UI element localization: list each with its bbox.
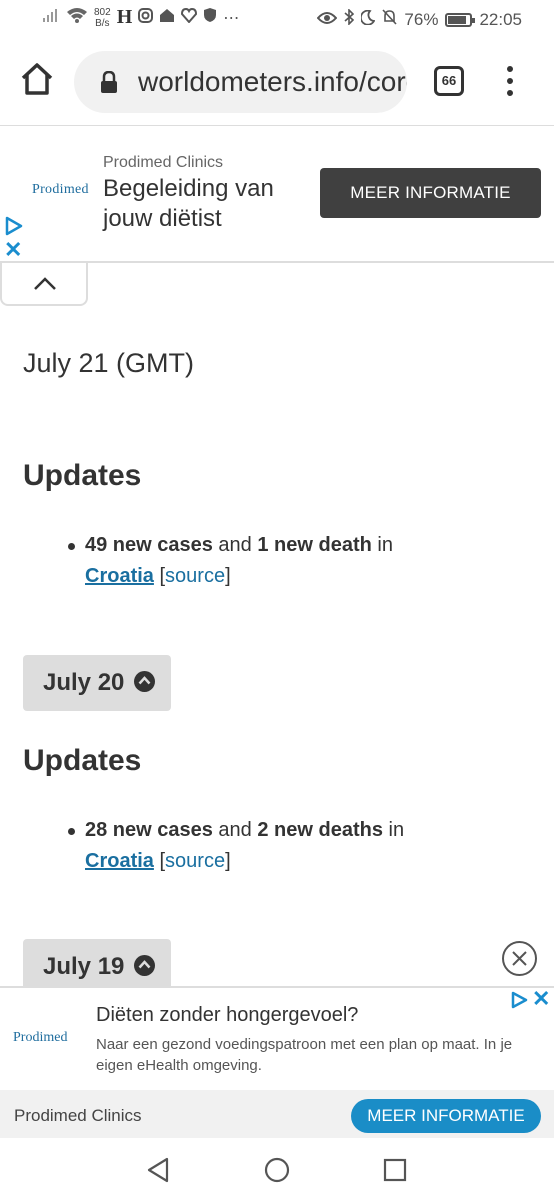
signal-icon <box>42 7 60 28</box>
home-circle-icon[interactable] <box>264 1157 290 1183</box>
close-icon[interactable]: ✕ <box>4 239 24 261</box>
h-app-icon: H <box>116 6 133 28</box>
ad-advertiser: Prodimed Clinics <box>103 154 224 171</box>
close-icon[interactable]: ✕ <box>532 988 552 1010</box>
date-heading: July 21 (GMT) <box>23 348 195 378</box>
new-cases: 28 new cases <box>85 819 213 841</box>
close-icon <box>512 951 527 966</box>
ad-description: Naar een gezond voedingspatroon met een … <box>96 1036 513 1074</box>
house-app-icon <box>159 8 175 28</box>
home-icon <box>21 63 53 95</box>
new-deaths: 1 new death <box>257 534 372 556</box>
country-link[interactable]: Croatia <box>85 565 154 587</box>
chevron-up-icon <box>134 955 156 977</box>
status-left: 802 B/s H ⋯ <box>42 6 239 29</box>
ad-headline: Begeleiding van jouw diëtist <box>103 175 274 232</box>
conjunction: and <box>212 819 258 841</box>
browser-toolbar: worldometers.info/coronavirus/country/cr… <box>0 38 554 126</box>
muted-bell-icon <box>382 9 398 30</box>
lock-icon <box>101 71 117 93</box>
system-navigation-bar <box>0 1138 554 1200</box>
list-item: 49 new cases and 1 new death in Croatia … <box>68 530 525 592</box>
wifi-icon <box>66 7 88 28</box>
eye-comfort-icon <box>317 10 338 30</box>
instagram-icon <box>138 7 154 28</box>
status-bar: 802 B/s H ⋯ 76% 22:05 <box>0 0 554 38</box>
recents-square-icon[interactable] <box>382 1157 408 1183</box>
date-label: July 19 <box>43 953 125 980</box>
shield-app-icon <box>203 7 217 28</box>
heart-app-icon <box>181 7 198 28</box>
do-not-disturb-moon-icon <box>360 9 376 30</box>
more-vert-icon[interactable] <box>500 64 520 100</box>
bottom-ad-banner[interactable]: Prodimed Diëten zonder hongergevoel? Naa… <box>0 986 554 1138</box>
preposition: in <box>382 819 405 841</box>
battery-fill <box>448 15 466 24</box>
ad-footer: Prodimed Clinics MEER INFORMATIE <box>0 1090 554 1138</box>
date-label: July 20 <box>43 669 125 696</box>
ad-logo: Prodimed <box>13 1030 68 1045</box>
updates-heading: Updates <box>23 459 142 492</box>
source-link[interactable]: source <box>165 565 225 587</box>
close-ad-button[interactable] <box>502 941 537 976</box>
list-item: 28 new cases and 2 new deaths in Croatia… <box>68 815 525 877</box>
new-cases: 49 new cases <box>85 534 213 556</box>
bracket-close: ] <box>225 565 231 587</box>
ad-choices-icon[interactable] <box>4 216 24 236</box>
ad-collapse-tab[interactable] <box>0 263 88 306</box>
updates-heading: Updates <box>23 744 142 777</box>
top-ad-banner[interactable]: Prodimed Prodimed Clinics Begeleiding va… <box>0 126 554 263</box>
battery-percent: 76% <box>404 9 439 29</box>
conjunction: and <box>212 534 258 556</box>
status-right: 76% 22:05 <box>317 8 522 30</box>
network-speed: 802 B/s <box>94 6 111 29</box>
tab-switcher-button[interactable]: 66 <box>434 66 464 96</box>
ad-cta-button[interactable]: MEER INFORMATIE <box>351 1099 541 1133</box>
ad-headline: Diëten zonder hongergevoel? <box>96 1004 359 1026</box>
date-toggle-button[interactable]: July 20 <box>23 655 171 711</box>
date-toggle-button[interactable]: July 19 <box>23 939 171 986</box>
more-notifications-icon: ⋯ <box>223 9 240 27</box>
clock: 22:05 <box>479 9 522 29</box>
main-content: July 21 (GMT) Updates 49 new cases and 1… <box>0 306 554 986</box>
new-deaths: 2 new deaths <box>257 819 383 841</box>
browser-home-button[interactable] <box>20 62 54 96</box>
country-link[interactable]: Croatia <box>85 850 154 872</box>
bluetooth-icon <box>344 8 355 30</box>
battery-icon <box>445 12 476 27</box>
ad-advertiser: Prodimed Clinics <box>14 1106 142 1125</box>
chevron-up-icon <box>34 277 56 290</box>
ad-logo: Prodimed <box>32 182 89 197</box>
url-text: worldometers.info/coronavirus/country/cr… <box>138 66 407 97</box>
preposition: in <box>371 534 393 556</box>
source-link[interactable]: source <box>165 850 225 872</box>
ad-choices-icon[interactable] <box>509 990 529 1010</box>
back-triangle-icon[interactable] <box>145 1157 171 1183</box>
url-bar[interactable]: worldometers.info/coronavirus/country/cr… <box>74 51 407 113</box>
ad-cta-button[interactable]: MEER INFORMATIE <box>320 168 541 218</box>
bracket-close: ] <box>225 850 231 872</box>
chevron-up-icon <box>134 671 156 693</box>
